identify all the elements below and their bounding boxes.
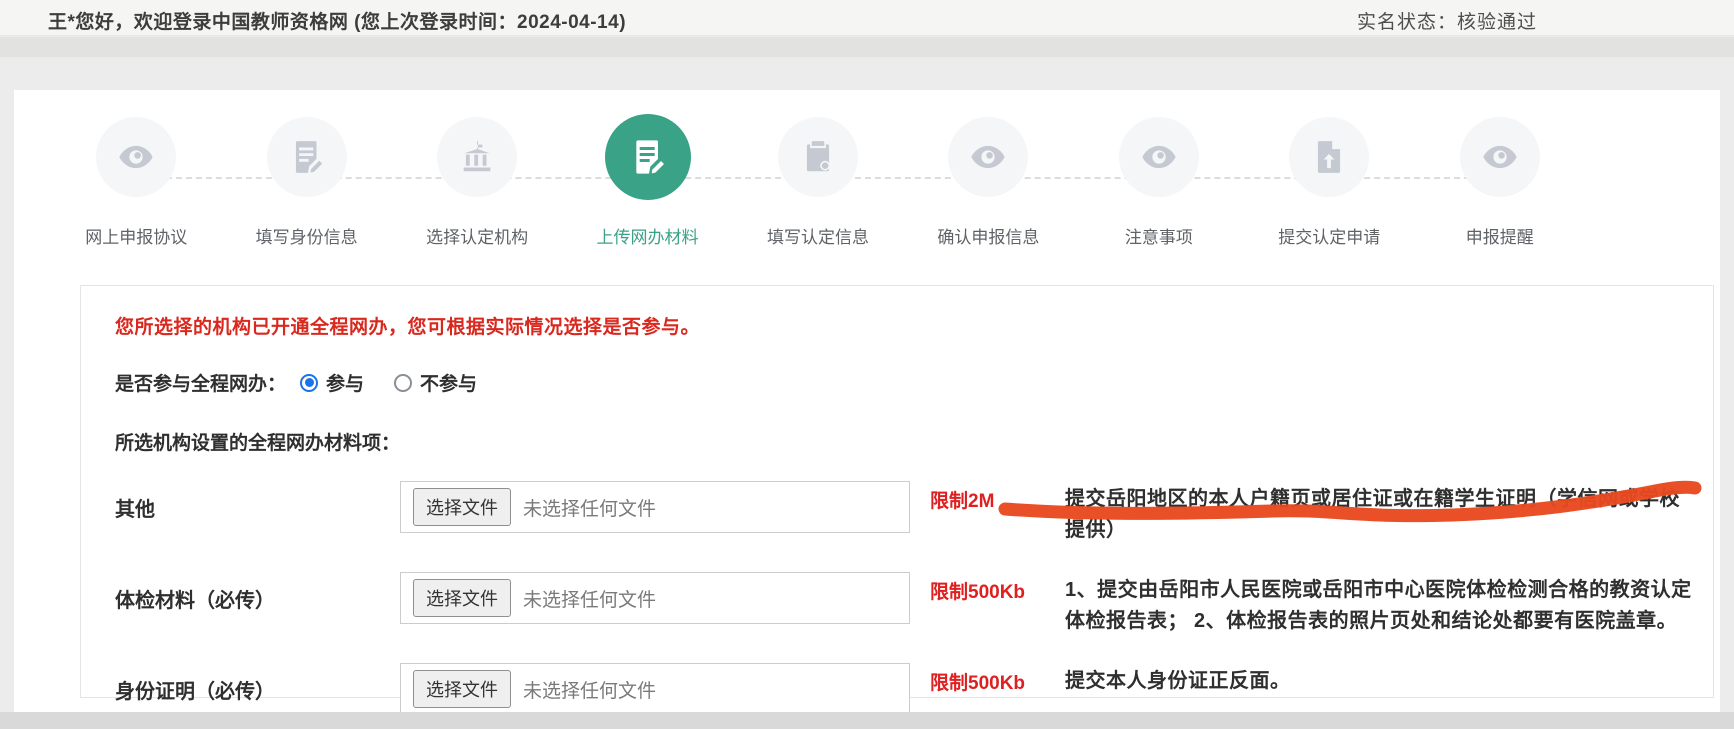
material-label: 身份证明（必传） [115, 663, 400, 704]
radio-selected-icon[interactable] [300, 374, 318, 392]
realname-status: 实名状态：核验通过 [1357, 7, 1537, 34]
material-row-other: 其他 选择文件 未选择任何文件 限制2M 提交岳阳地区的本人户籍页或居住证或在籍… [115, 481, 1693, 546]
material-description: 提交岳阳地区的本人户籍页或居住证或在籍学生证明（学信网或学校提供） [1065, 481, 1693, 546]
material-description: 1、提交由岳阳市人民医院或岳阳市中心医院体检检测合格的教资认定体检报告表； 2、… [1065, 572, 1693, 637]
step-label: 选择认定机构 [426, 223, 528, 248]
material-row-physical-exam: 体检材料（必传） 选择文件 未选择任何文件 限制500Kb 1、提交由岳阳市人民… [115, 572, 1693, 637]
choose-file-button[interactable]: 选择文件 [413, 488, 511, 526]
clipboard-check-icon [778, 117, 858, 197]
step-identity-info[interactable]: 填写身份信息 [221, 112, 391, 248]
participation-radio-group: 参与 不参与 [300, 369, 507, 396]
file-input[interactable]: 选择文件 未选择任何文件 [400, 572, 910, 624]
step-recognition-info[interactable]: 填写认定信息 [733, 112, 903, 248]
material-label: 其他 [115, 481, 400, 522]
size-limit: 限制2M [930, 481, 1030, 517]
step-online-agreement[interactable]: 网上申报协议 [51, 112, 221, 248]
step-label: 注意事项 [1125, 223, 1193, 248]
page-bottom-band [0, 712, 1734, 729]
radio-option-join[interactable]: 参与 [300, 369, 364, 396]
radio-label-join: 参与 [326, 369, 364, 396]
size-limit: 限制500Kb [930, 663, 1030, 699]
step-label: 申报提醒 [1466, 223, 1534, 248]
file-input[interactable]: 选择文件 未选择任何文件 [400, 481, 910, 533]
participation-label: 是否参与全程网办： [115, 369, 286, 396]
file-placeholder-text: 未选择任何文件 [523, 676, 656, 703]
eye-icon [96, 117, 176, 197]
eye-icon [948, 117, 1028, 197]
choose-file-button[interactable]: 选择文件 [413, 670, 511, 708]
step-upload-materials[interactable]: 上传网办材料 [562, 112, 732, 248]
progress-stepper: 网上申报协议 填写身份信息 选择认定机构 上传网办材料 [51, 112, 1585, 262]
upload-materials-panel: 您所选择的机构已开通全程网办，您可根据实际情况选择是否参与。 是否参与全程网办：… [80, 285, 1714, 698]
step-label: 确认申报信息 [937, 223, 1039, 248]
file-placeholder-text: 未选择任何文件 [523, 494, 656, 521]
materials-heading: 所选机构设置的全程网办材料项： [115, 428, 1693, 455]
document-edit-icon [267, 117, 347, 197]
step-notes[interactable]: 注意事项 [1074, 112, 1244, 248]
welcome-message: 王*您好，欢迎登录中国教师资格网 (您上次登录时间：2024-04-14) [48, 7, 626, 34]
file-input[interactable]: 选择文件 未选择任何文件 [400, 663, 910, 715]
step-application-reminder[interactable]: 申报提醒 [1415, 112, 1585, 248]
bank-icon [437, 117, 517, 197]
step-label: 填写身份信息 [256, 223, 358, 248]
step-label: 上传网办材料 [597, 223, 699, 248]
step-label: 网上申报协议 [85, 223, 187, 248]
file-upload-icon [1289, 117, 1369, 197]
main-content-card: 网上申报协议 填写身份信息 选择认定机构 上传网办材料 [14, 90, 1720, 712]
full-online-notice: 您所选择的机构已开通全程网办，您可根据实际情况选择是否参与。 [115, 312, 1693, 339]
radio-option-not-join[interactable]: 不参与 [394, 369, 477, 396]
choose-file-button[interactable]: 选择文件 [413, 579, 511, 617]
material-row-identity-proof: 身份证明（必传） 选择文件 未选择任何文件 限制500Kb 提交本人身份证正反面… [115, 663, 1693, 715]
participation-row: 是否参与全程网办： 参与 不参与 [115, 369, 1693, 396]
eye-icon [1119, 117, 1199, 197]
step-submit-application[interactable]: 提交认定申请 [1244, 112, 1414, 248]
step-label: 填写认定信息 [767, 223, 869, 248]
radio-label-not-join: 不参与 [420, 369, 477, 396]
material-description: 提交本人身份证正反面。 [1065, 663, 1693, 697]
step-confirm-application[interactable]: 确认申报信息 [903, 112, 1073, 248]
top-bar: 王*您好，欢迎登录中国教师资格网 (您上次登录时间：2024-04-14) 实名… [0, 0, 1734, 36]
document-edit-icon [605, 114, 691, 200]
eye-icon [1460, 117, 1540, 197]
radio-unselected-icon[interactable] [394, 374, 412, 392]
size-limit: 限制500Kb [930, 572, 1030, 608]
step-label: 提交认定申请 [1278, 223, 1380, 248]
header-divider-band [0, 37, 1734, 57]
file-placeholder-text: 未选择任何文件 [523, 585, 656, 612]
step-select-institution[interactable]: 选择认定机构 [392, 112, 562, 248]
material-label: 体检材料（必传） [115, 572, 400, 613]
